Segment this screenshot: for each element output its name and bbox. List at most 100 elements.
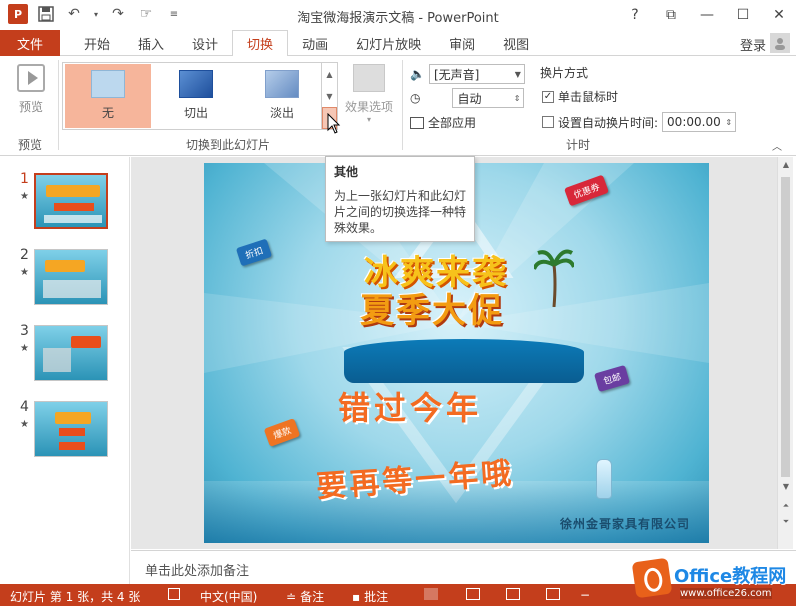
tab-design[interactable]: 设计: [178, 30, 232, 56]
effect-options-button[interactable]: 效果选项 ▾: [342, 64, 396, 124]
slide-number: 1: [20, 171, 29, 187]
login-link[interactable]: 登录: [740, 35, 766, 54]
ribbon-tabs: 文件 开始 插入 设计 切换 动画 幻灯片放映 审阅 视图 登录: [0, 30, 796, 57]
slide-preview: [34, 173, 108, 229]
on-click-label: 单击鼠标时: [558, 90, 619, 104]
watermark-url: www.office26.com: [680, 588, 772, 599]
slide-preview: [34, 249, 108, 305]
transition-star-icon: ★: [20, 343, 29, 354]
notes-icon: ≐: [286, 589, 297, 604]
transition-fade[interactable]: 淡出: [239, 64, 325, 128]
scroll-thumb[interactable]: [781, 177, 790, 477]
effect-options-arrow-icon: ▾: [366, 115, 371, 124]
slide-preview: [34, 325, 108, 381]
on-click-option[interactable]: ✓ 单击鼠标时: [542, 88, 618, 105]
comments-toggle[interactable]: ▪ 批注: [352, 588, 388, 605]
tab-file[interactable]: 文件: [0, 30, 60, 56]
slide-thumbnail-pane: 1 ★ 2 ★ 3 ★ 4 ★: [0, 157, 130, 584]
slide-info: 幻灯片 第 1 张，共 4 张: [10, 588, 140, 605]
language-indicator[interactable]: 中文(中国): [200, 588, 257, 605]
spin-icon: ⇕: [513, 93, 521, 103]
gallery-more-tooltip: 其他 为上一张幻灯片和此幻灯片之间的切换选择一种特殊效果。: [325, 156, 475, 242]
slide-number: 3: [20, 323, 29, 339]
slide-thumbnail-3[interactable]: 3 ★: [0, 309, 130, 381]
title-bar: P ↶ ▾ ↷ ☞ ≡ 淘宝微海报演示文稿 - PowerPoint ? ⧉ —…: [0, 0, 796, 30]
scroll-down-icon[interactable]: ▼: [778, 479, 794, 493]
transition-fade-icon: [265, 70, 299, 98]
group-label-transitions: 切换到此幻灯片: [186, 138, 271, 152]
slide-preview: [34, 401, 108, 457]
close-icon[interactable]: ✕: [768, 4, 790, 26]
sound-value: [无声音]: [433, 67, 480, 82]
tooltip-title: 其他: [334, 165, 359, 179]
tab-review[interactable]: 审阅: [435, 30, 489, 56]
help-icon[interactable]: ?: [624, 4, 646, 26]
tab-insert[interactable]: 插入: [124, 30, 178, 56]
company-name: 徐州金哥家具有限公司: [560, 517, 691, 531]
tab-home[interactable]: 开始: [70, 30, 124, 56]
minimize-icon[interactable]: —: [696, 4, 718, 26]
tooltip-body: 为上一张幻灯片和此幻灯片之间的切换选择一种特殊效果。: [334, 189, 467, 235]
maximize-icon[interactable]: ☐: [732, 4, 754, 26]
apply-all-icon: [410, 116, 424, 129]
collapse-ribbon-icon[interactable]: ︿: [772, 138, 782, 153]
gallery-down-icon[interactable]: ▼: [322, 85, 337, 107]
wave-banner: [344, 339, 584, 383]
duration-stepper[interactable]: 自动 ⇕: [452, 88, 525, 108]
slide-number: 2: [20, 247, 29, 263]
clock-icon: ◷: [410, 91, 421, 105]
gallery-up-icon[interactable]: ▲: [322, 63, 337, 85]
duration-row: ◷ 自动 ⇕: [410, 88, 525, 108]
duration-value: 自动: [457, 91, 482, 106]
spellcheck-icon[interactable]: [168, 588, 180, 600]
slideshow-view-icon[interactable]: [546, 588, 560, 600]
next-slide-icon[interactable]: ⏷: [778, 515, 794, 529]
effect-options-label: 效果选项: [344, 100, 393, 114]
transition-none-label: 无: [101, 106, 114, 120]
bottle-icon: [596, 459, 612, 499]
tab-transitions[interactable]: 切换: [232, 30, 289, 57]
transition-star-icon: ★: [20, 191, 29, 202]
apply-all-label: 全部应用: [428, 116, 477, 130]
apply-all-button[interactable]: 全部应用: [410, 114, 476, 131]
scroll-up-icon[interactable]: ▲: [778, 157, 794, 171]
comment-icon: ▪: [352, 589, 361, 604]
previous-slide-icon[interactable]: ⏶: [778, 499, 794, 513]
transition-none[interactable]: 无: [65, 64, 151, 128]
tab-slideshow[interactable]: 幻灯片放映: [342, 30, 435, 56]
slide-number: 4: [20, 399, 29, 415]
normal-view-icon[interactable]: [424, 588, 438, 600]
on-click-checkbox[interactable]: ✓: [542, 90, 554, 103]
transition-none-icon: [91, 70, 125, 98]
slide-line-1: 错过今年: [338, 389, 483, 427]
transition-fade-label: 淡出: [269, 106, 294, 120]
slide-thumbnail-2[interactable]: 2 ★: [0, 233, 130, 305]
group-label-preview: 预览: [18, 138, 43, 152]
transition-cut[interactable]: 切出: [153, 64, 239, 128]
slide-thumbnail-4[interactable]: 4 ★: [0, 385, 130, 457]
preview-label: 预览: [18, 100, 43, 114]
after-time-value: 00:00.00: [667, 115, 721, 129]
slide-thumbnail-1[interactable]: 1 ★: [0, 157, 130, 229]
office-logo-icon: [631, 557, 673, 599]
reading-view-icon[interactable]: [506, 588, 520, 600]
language-text: 中文(中国): [200, 590, 258, 604]
advance-title-label: 换片方式: [540, 66, 589, 80]
group-divider: [402, 60, 403, 150]
tab-view[interactable]: 视图: [489, 30, 543, 56]
after-time-checkbox[interactable]: [542, 116, 554, 128]
tab-animations[interactable]: 动画: [288, 30, 342, 56]
notes-toggle[interactable]: ≐ 备注: [286, 588, 324, 605]
sound-select[interactable]: [无声音] ▼: [428, 64, 525, 84]
ribbon-display-icon[interactable]: ⧉: [660, 4, 682, 26]
watermark: Office教程网 www.office26.com: [631, 557, 794, 604]
avatar[interactable]: [770, 33, 790, 53]
after-time-stepper[interactable]: 00:00.00 ⇕: [662, 112, 737, 132]
zoom-out-icon[interactable]: −: [580, 588, 590, 602]
window-controls: ? ⧉ — ☐ ✕: [624, 4, 790, 26]
group-divider: [58, 60, 59, 150]
preview-button[interactable]: 预览: [6, 64, 56, 124]
mouse-cursor-icon: [327, 112, 341, 138]
slide-sorter-icon[interactable]: [466, 588, 480, 600]
vertical-scrollbar[interactable]: ▲ ▼ ⏶ ⏷: [777, 157, 793, 549]
